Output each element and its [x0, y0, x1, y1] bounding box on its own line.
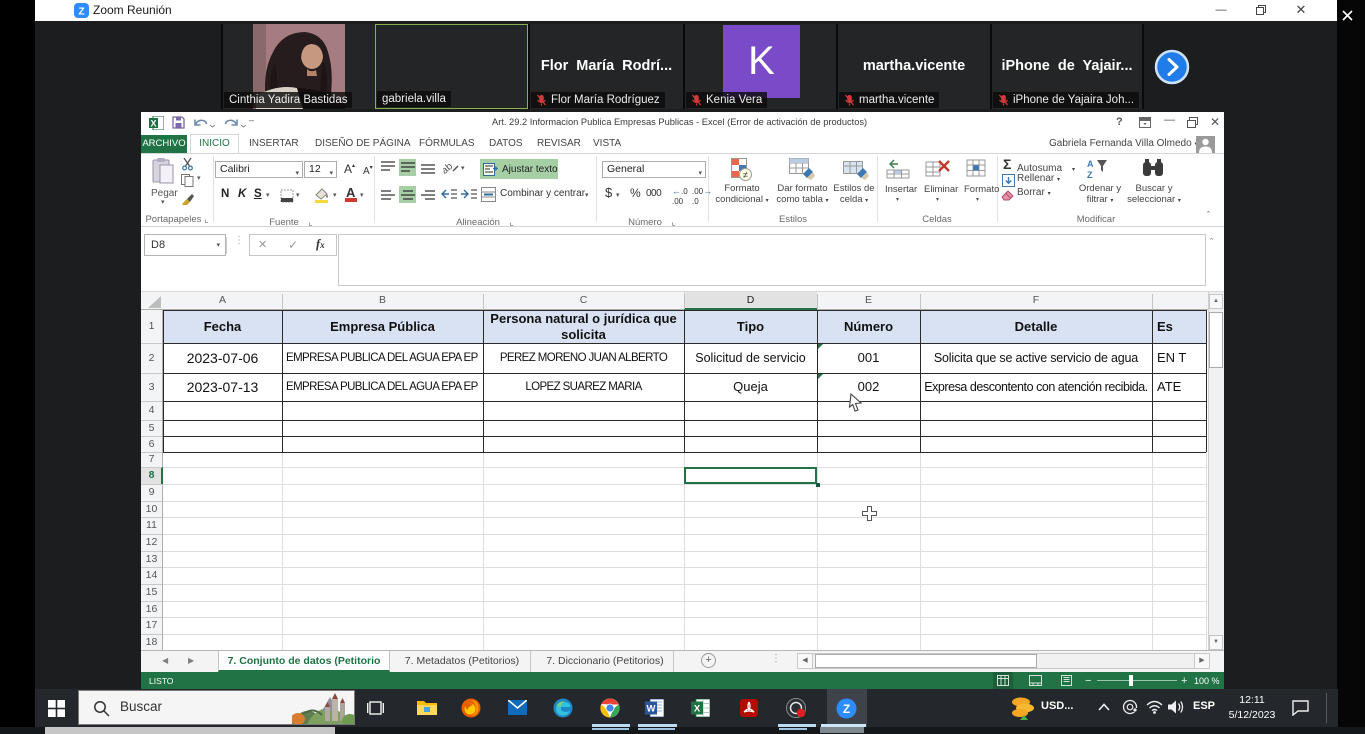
- svg-text:A: A: [1087, 159, 1094, 169]
- svg-text:Z: Z: [78, 7, 84, 18]
- svg-text:ab: ab: [443, 161, 455, 175]
- svg-text:Z: Z: [843, 702, 850, 716]
- svg-text:X: X: [150, 119, 156, 129]
- svg-text:X: X: [694, 704, 701, 715]
- svg-text:Z: Z: [1087, 170, 1093, 180]
- svg-text:W: W: [647, 704, 656, 715]
- svg-text:≠: ≠: [743, 170, 748, 180]
